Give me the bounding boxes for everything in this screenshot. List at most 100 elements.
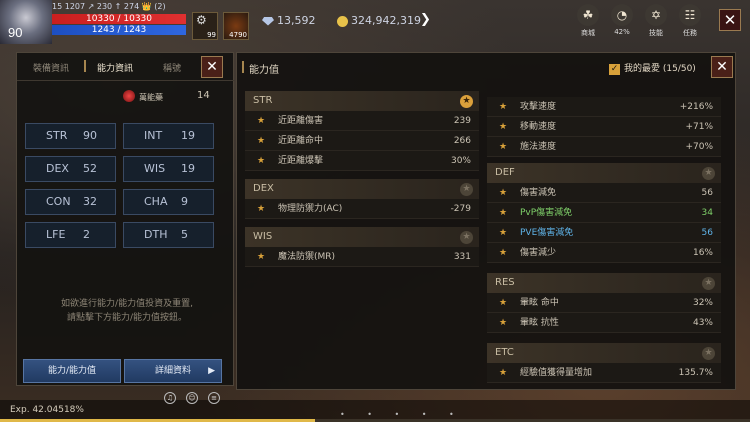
section-res: RES ★ ★ 暈眩 命中 32% ★ 暈眩 抗性 43% [487,273,721,333]
panel-title: 能力值 [249,65,279,76]
progress-ring-icon: ◔ [611,4,633,26]
star-icon: ★ [499,368,508,378]
ability-values-panel: 能力值 ✓ 我的最愛 (15/50) ✕ STR ★ ★ 近距離傷害 239 ★ 近距離命… [236,52,736,390]
ability-points-button[interactable]: 能力/能力值 [23,359,121,383]
section-dex: DEX ★ ★ 物理防禦力(AC) -279 [245,179,479,219]
headset-icon[interactable]: ♫ [164,392,176,404]
stat-row: ★ 近距離爆擊 30% [245,151,479,171]
gold-currency: 324,942,319 [337,14,427,27]
menu-skills-label: 技能 [649,29,663,37]
tab-equipment-info[interactable]: 裝備資訊 [33,61,69,74]
stat-row: ★ PVE傷害減免 56 [487,223,721,243]
left-panel-close-button[interactable]: ✕ [201,56,223,78]
checkbox-icon: ✓ [609,64,620,75]
star-icon: ★ [257,136,266,146]
section-header: DEX ★ [245,179,479,199]
slot1-count: 99 [207,31,216,39]
character-info-panel: 裝備資訊 能力資訊 稱號 ✕ 萬能藥 14 STR 90 INT 19 DEX 52 … [16,52,235,386]
section-header: ETC ★ [487,343,721,363]
menu-shop-label: 商城 [581,29,595,37]
stat-row: ★ 暈眩 抗性 43% [487,313,721,333]
stat-cha: CHA 9 [123,189,214,215]
skills-icon: ✡ [645,4,667,26]
favorites-label: 我的最愛 (15/50) [624,64,696,74]
emote-icon[interactable]: ☺ [186,392,198,404]
stat-int: INT 19 [123,123,214,149]
hp-mp-bars: 10330 / 10330 1243 / 1243 [52,14,186,36]
stat-row: ★ 施法速度 +70% [487,137,721,157]
tab-titles[interactable]: 稱號 [163,61,181,74]
quick-slot-2[interactable]: 4790 [223,12,249,40]
star-icon[interactable]: ★ [460,231,473,244]
stat-row: ★ 傷害減少 16% [487,243,721,263]
star-icon: ★ [257,204,266,214]
stat-dth: DTH 5 [123,222,214,248]
hud-close-button[interactable]: ✕ [719,9,741,31]
star-icon: ★ [257,116,266,126]
speed-rows: ★ 攻擊速度 +216% ★ 移動速度 +71% ★ 施法速度 +70% [487,97,721,157]
info-tabs: 裝備資訊 能力資訊 稱號 ✕ [17,53,235,81]
star-icon[interactable]: ★ [702,277,715,290]
hp-bar: 10330 / 10330 [52,14,186,24]
stat-row: ★ 暈眩 命中 32% [487,293,721,313]
menu-progress-label: 42% [614,28,630,36]
star-icon[interactable]: ★ [460,183,473,196]
diamond-currency: 13,592 [262,14,322,27]
stat-str: STR 90 [25,123,116,149]
stat-row: ★ 物理防禦力(AC) -279 [245,199,479,219]
menu-skills[interactable]: ✡ 技能 [641,4,671,42]
menu-quests[interactable]: ☷ 任務 [675,4,705,42]
tab-active-marker [84,60,86,72]
menu-progress[interactable]: ◔ 42% [607,4,637,42]
title-marker [242,61,244,73]
exp-percent: Exp. 42.04518% [10,405,84,415]
chevron-right-icon[interactable]: ❯ [420,12,431,27]
diamond-amount: 13,592 [277,14,316,27]
stat-row: ★ 經驗值獲得量增加 135.7% [487,363,721,383]
stat-row: ★ 攻擊速度 +216% [487,97,721,117]
play-arrow-icon: ▶ [208,366,215,376]
top-hud: 90 15 1207 ↗ 230 ↑ 274 👑 (2) 10330 / 103… [0,0,750,44]
detail-button-label: 詳細資料 [154,366,191,376]
stat-dex: DEX 52 [25,156,116,182]
diamond-icon [262,16,274,26]
stat-row: ★ 移動速度 +71% [487,117,721,137]
star-icon: ★ [499,102,508,112]
chat-icon[interactable]: ≡ [208,392,220,404]
star-icon: ★ [257,156,266,166]
gear-icon: ⚙ [196,13,207,27]
section-header: RES ★ [487,273,721,293]
quick-slot-1[interactable]: ⚙ 99 [192,12,218,40]
star-icon: ★ [499,208,508,218]
section-wis: WIS ★ ★ 魔法防禦(MR) 331 [245,227,479,267]
tab-ability-info[interactable]: 能力資訊 [97,61,133,74]
star-icon: ★ [499,122,508,132]
menu-shop[interactable]: ☘ 商城 [573,4,603,42]
section-etc: ETC ★ ★ 經驗值獲得量增加 135.7% [487,343,721,383]
favorites-toggle[interactable]: ✓ 我的最愛 (15/50) [609,61,696,75]
hint-line-1: 如欲進行能力/能力值投資及重置, [61,299,193,309]
menu-quests-label: 任務 [683,29,697,37]
ability-reset-hint: 如欲進行能力/能力值投資及重置, 請點擊下方能力/能力值按鈕。 [31,297,223,325]
star-icon: ★ [499,318,508,328]
stat-row: ★ 傷害減免 56 [487,183,721,203]
star-icon: ★ [499,298,508,308]
star-icon: ★ [499,188,508,198]
potion-icon [123,90,135,102]
star-icon: ★ [257,252,266,262]
star-icon: ★ [499,248,508,258]
star-icon[interactable]: ★ [460,95,473,108]
star-icon[interactable]: ★ [702,167,715,180]
star-icon: ★ [499,142,508,152]
stat-con: CON 32 [25,189,116,215]
potion-count: 14 [197,90,210,101]
detail-button[interactable]: 詳細資料 ▶ [124,359,222,383]
star-icon[interactable]: ★ [702,347,715,360]
hud-stats-line: 15 1207 ↗ 230 ↑ 274 👑 (2) [52,2,166,11]
gold-coin-icon [337,15,348,27]
right-panel-close-button[interactable]: ✕ [711,56,733,78]
section-header: DEF ★ [487,163,721,183]
slot2-count: 4790 [229,31,247,39]
section-str: STR ★ ★ 近距離傷害 239 ★ 近距離命中 266 ★ 近距離爆擊 30% [245,91,479,171]
character-level: 90 [8,25,23,40]
